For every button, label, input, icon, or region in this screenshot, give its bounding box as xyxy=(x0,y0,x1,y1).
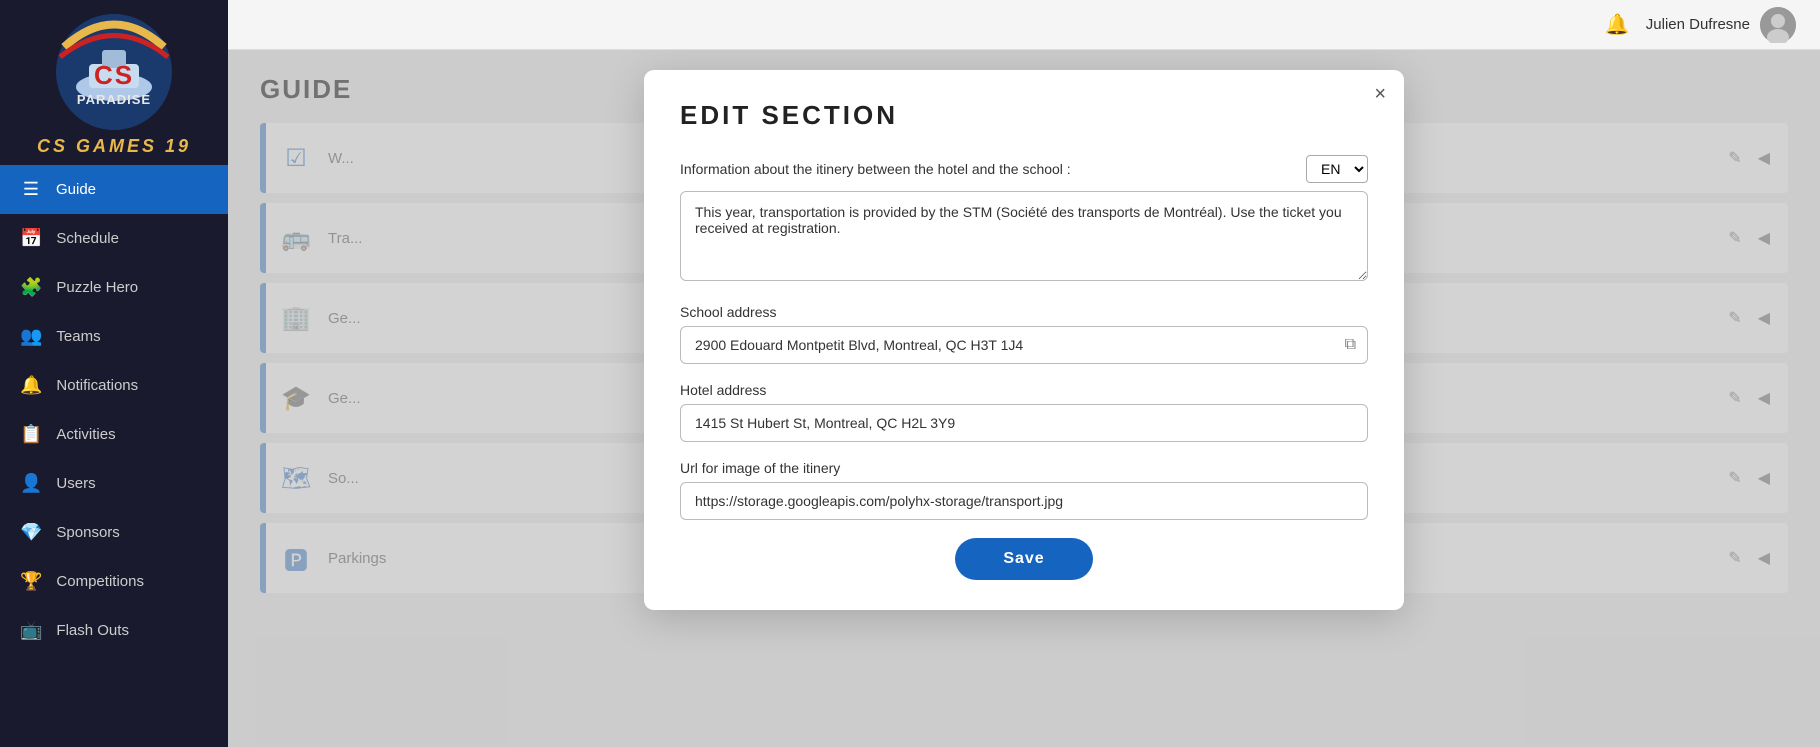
sponsors-icon: 💎 xyxy=(20,522,42,543)
sidebar: CS PARADISE CS GAMES 19 ☰ Guide 📅 Schedu… xyxy=(0,0,228,747)
guide-icon: ☰ xyxy=(20,179,42,200)
hotel-address-label: Hotel address xyxy=(680,382,1368,398)
sidebar-label-puzzle-hero: Puzzle Hero xyxy=(56,279,138,296)
hotel-address-input[interactable] xyxy=(680,404,1368,442)
content-area: GUIDE ☑ W... ✎ ◀ 🚌 Tra... ✎ ◀ 🏢 xyxy=(228,50,1820,747)
save-button[interactable]: Save xyxy=(955,538,1092,580)
sidebar-item-users[interactable]: 👤 Users xyxy=(0,459,228,508)
schedule-icon: 📅 xyxy=(20,228,42,249)
sidebar-item-sponsors[interactable]: 💎 Sponsors xyxy=(0,508,228,557)
modal-close-button[interactable]: × xyxy=(1374,84,1386,104)
school-address-label: School address xyxy=(680,304,1368,320)
brand-label: CS GAMES 19 xyxy=(37,136,191,157)
sidebar-item-teams[interactable]: 👥 Teams xyxy=(0,312,228,361)
sidebar-label-competitions: Competitions xyxy=(56,573,144,590)
flash-outs-icon: 📺 xyxy=(20,620,42,641)
url-input[interactable] xyxy=(680,482,1368,520)
sidebar-item-activities[interactable]: 📋 Activities xyxy=(0,410,228,459)
sidebar-item-notifications[interactable]: 🔔 Notifications xyxy=(0,361,228,410)
sidebar-item-puzzle-hero[interactable]: 🧩 Puzzle Hero xyxy=(0,263,228,312)
bell-icon[interactable]: 🔔 xyxy=(1605,12,1630,37)
sidebar-label-activities: Activities xyxy=(56,426,115,443)
sidebar-label-users: Users xyxy=(56,475,95,492)
description-group: This year, transportation is provided by… xyxy=(680,191,1368,286)
sidebar-item-guide[interactable]: ☰ Guide xyxy=(0,165,228,214)
user-info: Julien Dufresne xyxy=(1646,7,1796,43)
users-icon: 👤 xyxy=(20,473,42,494)
avatar-svg xyxy=(1760,7,1796,43)
modal-overlay: × EDIT SECTION Information about the iti… xyxy=(228,50,1820,747)
language-select[interactable]: EN FR xyxy=(1306,155,1368,183)
teams-icon: 👥 xyxy=(20,326,42,347)
school-address-input-wrap: ⧉ xyxy=(680,326,1368,364)
puzzle-hero-icon: 🧩 xyxy=(20,277,42,298)
url-label: Url for image of the itinery xyxy=(680,460,1368,476)
topbar: 🔔 Julien Dufresne xyxy=(228,0,1820,50)
url-group: Url for image of the itinery xyxy=(680,460,1368,520)
logo-area: CS PARADISE CS GAMES 19 xyxy=(0,0,228,165)
modal-title: EDIT SECTION xyxy=(680,100,1368,131)
sidebar-item-flash-outs[interactable]: 📺 Flash Outs xyxy=(0,606,228,655)
competitions-icon: 🏆 xyxy=(20,571,42,592)
sidebar-label-flash-outs: Flash Outs xyxy=(56,622,129,639)
svg-text:CS: CS xyxy=(94,60,134,90)
activities-icon: 📋 xyxy=(20,424,42,445)
avatar xyxy=(1760,7,1796,43)
sidebar-label-sponsors: Sponsors xyxy=(56,524,119,541)
sidebar-label-schedule: Schedule xyxy=(56,230,119,247)
description-label: Information about the itinery between th… xyxy=(680,161,1071,177)
sidebar-label-guide: Guide xyxy=(56,181,96,198)
sidebar-label-notifications: Notifications xyxy=(56,377,138,394)
copy-icon: ⧉ xyxy=(1345,336,1356,354)
school-address-input[interactable] xyxy=(680,326,1368,364)
description-textarea[interactable]: This year, transportation is provided by… xyxy=(680,191,1368,281)
svg-text:PARADISE: PARADISE xyxy=(77,92,151,107)
sidebar-label-teams: Teams xyxy=(56,328,100,345)
sidebar-item-schedule[interactable]: 📅 Schedule xyxy=(0,214,228,263)
notifications-icon: 🔔 xyxy=(20,375,42,396)
sidebar-nav: ☰ Guide 📅 Schedule 🧩 Puzzle Hero 👥 Teams… xyxy=(0,165,228,747)
edit-section-modal: × EDIT SECTION Information about the iti… xyxy=(644,70,1404,610)
logo-svg: CS PARADISE xyxy=(44,12,184,142)
school-address-group: School address ⧉ xyxy=(680,304,1368,364)
main-area: 🔔 Julien Dufresne GUIDE ☑ W... ✎ ◀ xyxy=(228,0,1820,747)
description-field-row: Information about the itinery between th… xyxy=(680,155,1368,183)
hotel-address-group: Hotel address xyxy=(680,382,1368,442)
user-name: Julien Dufresne xyxy=(1646,16,1750,33)
sidebar-item-competitions[interactable]: 🏆 Competitions xyxy=(0,557,228,606)
